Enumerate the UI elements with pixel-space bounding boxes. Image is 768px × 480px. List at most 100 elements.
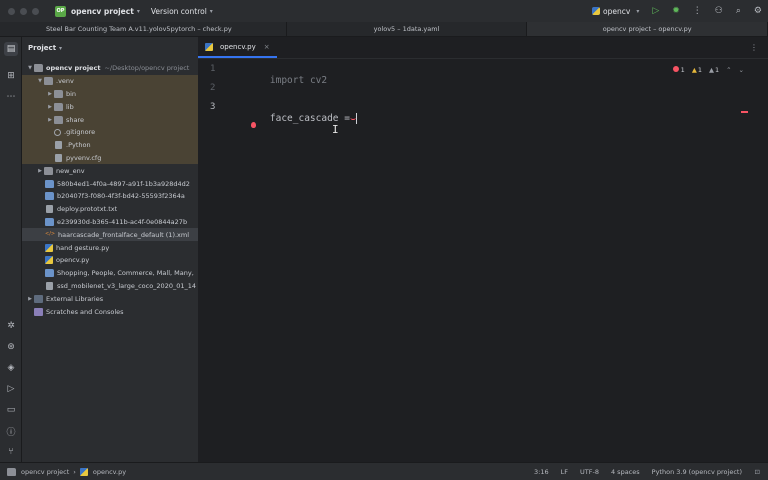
tree-item-lib[interactable]: ▶ lib — [22, 100, 198, 114]
settings-icon[interactable]: ⚙ — [754, 6, 762, 16]
error-stripe-marker[interactable] — [741, 111, 748, 113]
file-icon — [55, 153, 62, 162]
chevron-down-icon: ▾ — [636, 7, 640, 15]
run-config-label: opencv — [603, 6, 631, 16]
window-tab-opencv[interactable]: opencv project – opencv.py — [527, 22, 768, 36]
run-icon[interactable]: ▷ — [652, 6, 659, 16]
tree-item-image-3[interactable]: e239930d-b365-411b-ac4f-0e0844a27b — [22, 216, 198, 229]
window-controls[interactable] — [8, 7, 39, 15]
plugins-icon[interactable]: ✲ — [4, 319, 18, 333]
account-icon[interactable]: ⚇ — [715, 6, 723, 16]
inspection-widget[interactable]: 1 ▲1 ▲1 ⌃ ⌄ — [672, 66, 744, 74]
image-file-icon — [45, 192, 54, 201]
image-file-icon — [45, 179, 54, 188]
structure-icon[interactable]: ⊞ — [4, 69, 18, 83]
indent-setting[interactable]: 4 spaces — [611, 468, 640, 476]
chevron-down-icon[interactable]: ▼ — [26, 65, 34, 71]
project-tool-window: Project ▾ ▼ opencv project ~/Desktop/ope… — [22, 37, 198, 462]
more-icon[interactable]: ⋮ — [750, 43, 758, 52]
search-icon[interactable]: ⌕ — [736, 6, 741, 16]
tree-item-new-env[interactable]: ▶ new_env — [22, 164, 198, 177]
run-tool-icon[interactable]: ▷ — [4, 382, 18, 396]
tree-item-image-2[interactable]: b20407f3-f080-4f3f-bd42-55593f2364a — [22, 190, 198, 203]
tree-item-bin[interactable]: ▶ bin — [22, 87, 198, 101]
tree-item-hand-gesture[interactable]: hand gesture.py — [22, 241, 198, 254]
chevron-down-icon[interactable]: ⌄ — [739, 66, 744, 74]
chevron-right-icon[interactable]: ▶ — [46, 117, 54, 123]
root-folder-label: opencv project — [46, 64, 101, 73]
editor-tab-opencv[interactable]: opencv.py × — [198, 37, 277, 58]
file-icon — [46, 281, 53, 290]
chevron-right-icon[interactable]: ▶ — [46, 104, 54, 110]
library-icon — [34, 294, 43, 303]
tree-item-ssd[interactable]: ssd_mobilenet_v3_large_coco_2020_01_14 — [22, 280, 198, 293]
more-tools-icon[interactable]: ⋯ — [4, 90, 18, 104]
code-line-1[interactable]: import cv2 — [247, 64, 327, 97]
project-switcher[interactable]: opencv project — [71, 7, 134, 16]
more-icon[interactable]: ⋮ — [693, 6, 702, 16]
chevron-right-icon[interactable]: ▶ — [46, 91, 54, 97]
layers-icon[interactable]: ◈ — [4, 361, 18, 375]
folder-icon — [44, 77, 53, 86]
project-badge[interactable]: OP — [55, 5, 66, 17]
zoom-window-button[interactable] — [32, 7, 39, 15]
file-icon — [55, 141, 62, 150]
tree-item-pyvenv[interactable]: pyvenv.cfg — [22, 151, 198, 165]
file-encoding[interactable]: UTF-8 — [580, 468, 599, 476]
problems-icon[interactable]: ⓘ — [4, 424, 18, 438]
chevron-down-icon: ▾ — [136, 7, 140, 15]
tree-item-share[interactable]: ▶ share — [22, 113, 198, 126]
error-count: 1 — [672, 66, 685, 74]
tree-item-gitignore[interactable]: .gitignore — [22, 125, 198, 139]
close-window-button[interactable] — [8, 7, 15, 15]
python-file-icon — [79, 467, 88, 476]
tree-item-image-4[interactable]: Shopping, People, Commerce, Mall, Many, — [22, 267, 198, 280]
tree-item-label: .Python — [66, 141, 91, 150]
project-panel-title: Project — [28, 44, 57, 52]
git-icon[interactable]: ⑂ — [4, 445, 18, 459]
project-folder-icon[interactable]: ▤ — [4, 42, 18, 56]
python-packages-icon[interactable]: ⊛ — [4, 340, 18, 354]
debug-icon[interactable]: ✹ — [672, 6, 680, 16]
window-tab-yolov5[interactable]: yolov5 – 1data.yaml — [287, 22, 528, 36]
tree-item-deploy[interactable]: deploy.prototxt.txt — [22, 203, 198, 216]
tree-item-external-libraries[interactable]: ▶ External Libraries — [22, 292, 198, 305]
project-panel-header[interactable]: Project ▾ — [22, 37, 198, 59]
minimize-window-button[interactable] — [20, 7, 27, 15]
tree-item-python[interactable]: .Python — [22, 138, 198, 152]
xml-file-icon: </> — [45, 230, 56, 237]
root-path: ~/Desktop/opencv project — [104, 64, 190, 73]
tree-item-label: .gitignore — [64, 128, 96, 137]
tree-item-label: Scratches and Consoles — [46, 307, 124, 316]
folder-icon — [54, 89, 63, 98]
tree-item-haarcascade[interactable]: </> haarcascade_frontalface_default (1).… — [22, 228, 198, 242]
tree-item-image-1[interactable]: 580b4ed1-4f0a-4897-a91f-1b3a928d4d2 — [22, 177, 198, 190]
run-configuration-selector[interactable]: opencv ▾ — [592, 7, 639, 16]
gitignore-icon — [54, 128, 61, 136]
line-separator[interactable]: LF — [561, 468, 568, 476]
tree-item-scratches[interactable]: Scratches and Consoles — [22, 305, 198, 318]
window-tab-check[interactable]: Steel Bar Counting Team A.v11.yolov5pyto… — [0, 22, 287, 36]
tree-item-label: haarcascade_frontalface_default (1).xml — [58, 230, 190, 239]
breadcrumb-file[interactable]: opencv.py — [93, 468, 126, 476]
chevron-right-icon[interactable]: ▶ — [26, 296, 34, 302]
chevron-down-icon[interactable]: ▼ — [36, 78, 44, 84]
tree-root[interactable]: ▼ opencv project ~/Desktop/opencv projec… — [22, 62, 198, 75]
close-icon[interactable]: × — [264, 43, 270, 51]
tree-item-label: opencv.py — [56, 256, 90, 265]
python-interpreter[interactable]: Python 3.9 (opencv project) — [652, 468, 742, 476]
code-line-3[interactable]: face_cascade =⌣ — [247, 102, 358, 135]
code-module: cv2 — [309, 75, 328, 86]
terminal-icon[interactable]: ▭ — [4, 403, 18, 417]
folder-icon — [34, 64, 43, 73]
mouse-ibeam-cursor: I — [332, 123, 339, 136]
tree-item-venv[interactable]: ▼ .venv — [22, 74, 198, 88]
chevron-up-icon[interactable]: ⌃ — [726, 66, 731, 74]
version-control-menu[interactable]: Version control — [151, 7, 207, 16]
tree-item-opencv[interactable]: opencv.py — [22, 254, 198, 267]
chevron-right-icon[interactable]: ▶ — [36, 168, 44, 174]
editor-tab-label: opencv.py — [220, 42, 256, 51]
caret-position[interactable]: 3:16 — [534, 468, 549, 476]
breadcrumb-project[interactable]: opencv project — [21, 468, 69, 476]
lock-icon[interactable]: ⊡ — [755, 468, 760, 476]
